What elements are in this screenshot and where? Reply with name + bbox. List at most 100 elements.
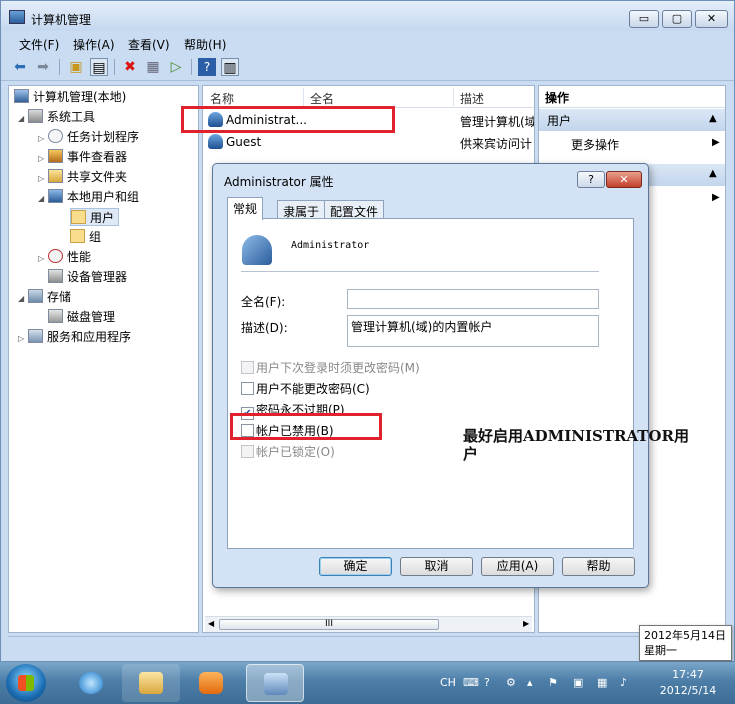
must-change-password-checkbox[interactable]: 用户下次登录时须更改密码(M)	[241, 359, 420, 375]
tree-node-local-users-groups[interactable]: ◢ 本地用户和组	[38, 188, 139, 206]
expand-arrow-icon[interactable]: ▷	[18, 334, 28, 343]
users-icon	[48, 189, 63, 203]
device-icon[interactable]: ▣	[573, 676, 583, 689]
start-button[interactable]	[6, 664, 46, 702]
account-locked-checkbox[interactable]: 帐户已锁定(O)	[241, 443, 335, 459]
navigation-tree: 计算机管理(本地) ◢ 系统工具 ▷ 任务计划程序 ▷ 事件查看器 ▷ 共享文件夹 ◢ 本…	[8, 85, 199, 633]
taskbar-explorer[interactable]	[122, 664, 180, 702]
dialog-help-button[interactable]: ?	[577, 171, 605, 188]
tree-node-task-scheduler[interactable]: ▷ 任务计划程序	[38, 128, 139, 146]
taskbar-media-player[interactable]	[182, 664, 240, 702]
collapse-arrow-icon[interactable]: ◢	[18, 114, 28, 123]
collapse-arrow-icon[interactable]: ◢	[38, 194, 48, 203]
storage-icon	[28, 289, 43, 303]
collapse-arrow-icon[interactable]: ▲	[709, 113, 717, 124]
checkbox-box[interactable]	[241, 445, 254, 458]
close-button[interactable]: ✕	[695, 10, 728, 28]
toolbar-separator	[191, 59, 192, 75]
computer-management-icon	[9, 10, 25, 24]
show-hide-tree-icon[interactable]: ▤	[90, 58, 108, 76]
export-list-icon[interactable]: ▷	[167, 58, 185, 76]
fullname-input[interactable]	[347, 289, 599, 309]
title-bar[interactable]: 计算机管理 ▭ ▢ ✕	[1, 1, 734, 31]
tree-node-system-tools[interactable]: ◢ 系统工具	[18, 108, 95, 126]
language-indicator[interactable]: CH	[440, 676, 456, 689]
column-divider[interactable]	[303, 88, 304, 106]
checkbox-box[interactable]	[241, 382, 254, 395]
scroll-right-arrow-icon[interactable]: ▶	[523, 619, 529, 628]
tree-node-device-manager[interactable]: 设备管理器	[48, 268, 127, 286]
action-center-flag-icon[interactable]: ⚑	[548, 676, 558, 689]
dialog-title: Administrator 属性	[224, 175, 334, 189]
collapse-arrow-icon[interactable]: ▲	[709, 168, 717, 179]
maximize-button[interactable]: ▢	[662, 10, 692, 28]
folder-icon	[139, 672, 163, 694]
taskbar-computer-management[interactable]	[246, 664, 304, 702]
scrollbar-thumb[interactable]: III	[219, 619, 439, 630]
delete-icon[interactable]: ✖	[121, 58, 139, 76]
expand-arrow-icon[interactable]: ▷	[38, 154, 48, 163]
status-bar	[8, 636, 726, 658]
tree-node-services-applications[interactable]: ▷ 服务和应用程序	[18, 328, 131, 346]
menu-action[interactable]: 操作(A)	[73, 36, 115, 53]
tree-node-storage[interactable]: ◢ 存储	[18, 288, 71, 306]
checkbox-box[interactable]	[241, 361, 254, 374]
cancel-button[interactable]: 取消	[400, 557, 473, 576]
show-hidden-icons-icon[interactable]: ▴	[527, 676, 533, 689]
help-icon[interactable]: ?	[484, 676, 490, 689]
clock-date: 2012/5/14	[659, 684, 717, 697]
tab-general[interactable]: 常规	[227, 197, 264, 220]
description-input[interactable]: 管理计算机(域)的内置帐户	[347, 315, 599, 347]
tree-node-event-viewer[interactable]: ▷ 事件查看器	[38, 148, 127, 166]
actions-section-users[interactable]: 用户 ▲	[539, 109, 725, 131]
expand-arrow-icon[interactable]: ▷	[38, 174, 48, 183]
show-hide-action-pane-icon[interactable]: ▥	[221, 58, 239, 76]
internet-explorer-icon	[79, 672, 103, 694]
tree-node-groups[interactable]: 组	[70, 228, 101, 246]
help-icon[interactable]: ?	[198, 58, 216, 76]
expand-arrow-icon[interactable]: ▷	[38, 134, 48, 143]
column-divider[interactable]	[453, 88, 454, 106]
system-clock[interactable]: 17:47 2012/5/14	[646, 667, 730, 699]
column-description[interactable]: 描述	[460, 90, 484, 107]
user-description-cell: 供来宾访问计	[460, 137, 533, 151]
tree-node-disk-management[interactable]: 磁盘管理	[48, 308, 115, 326]
collapse-arrow-icon[interactable]: ◢	[18, 294, 28, 303]
shared-folder-icon	[48, 169, 63, 183]
table-row[interactable]: Guest 供来宾访问计	[203, 131, 534, 153]
help-button[interactable]: 帮助	[562, 557, 635, 576]
apply-button[interactable]: 应用(A)	[481, 557, 554, 576]
more-actions-link[interactable]: 更多操作 ▶	[571, 136, 721, 153]
menu-view[interactable]: 查看(V)	[128, 36, 170, 53]
tree-node-performance[interactable]: ▷ 性能	[38, 248, 91, 266]
column-name[interactable]: 名称	[210, 90, 234, 107]
tab-member-of[interactable]: 隶属于	[277, 200, 326, 219]
tree-node-shared-folders[interactable]: ▷ 共享文件夹	[38, 168, 127, 186]
dialog-close-button[interactable]: ✕	[606, 171, 642, 188]
expand-arrow-icon[interactable]: ▷	[38, 254, 48, 263]
volume-icon[interactable]: ♪	[620, 676, 627, 689]
menu-file[interactable]: 文件(F)	[19, 36, 59, 53]
back-arrow-icon[interactable]: ⬅	[11, 58, 29, 76]
tree-node-users[interactable]: 用户	[70, 208, 120, 226]
menu-help[interactable]: 帮助(H)	[184, 36, 226, 53]
folder-icon	[71, 210, 86, 224]
up-folder-icon[interactable]: ▣	[67, 58, 85, 76]
properties-icon[interactable]: ▦	[144, 58, 162, 76]
forward-arrow-icon[interactable]: ➡	[34, 58, 52, 76]
keyboard-icon[interactable]: ⌨	[463, 676, 479, 689]
scroll-left-arrow-icon[interactable]: ◀	[208, 619, 214, 628]
ok-button[interactable]: 确定	[319, 557, 392, 576]
column-full-name[interactable]: 全名	[310, 90, 334, 107]
horizontal-scrollbar[interactable]: ◀ III ▶	[205, 616, 532, 632]
tab-profile[interactable]: 配置文件	[324, 200, 385, 219]
user-name-label: Administrator	[291, 240, 370, 251]
ime-settings-icon[interactable]: ⚙	[506, 676, 516, 689]
network-icon[interactable]: ▦	[597, 676, 607, 689]
cannot-change-password-checkbox[interactable]: 用户不能更改密码(C)	[241, 380, 370, 396]
minimize-button[interactable]: ▭	[629, 10, 659, 28]
tree-node-computer-management[interactable]: 计算机管理(本地)	[14, 88, 126, 106]
taskbar-ie[interactable]	[62, 664, 120, 702]
clock-icon	[48, 129, 63, 143]
taskbar: CH ⌨ ? ⚙ ▴ ⚑ ▣ ▦ ♪ 17:47 2012/5/14	[0, 662, 735, 704]
